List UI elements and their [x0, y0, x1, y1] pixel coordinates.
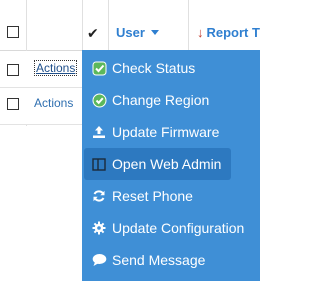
user-column-label: User: [116, 25, 145, 40]
column-divider: [82, 0, 83, 50]
comment-icon: [91, 252, 107, 268]
menu-item-update-configuration[interactable]: Update Configuration: [82, 212, 244, 244]
sort-desc-icon: ↓: [197, 25, 204, 40]
column-divider: [188, 0, 189, 50]
menu-item-check-status[interactable]: Check Status: [82, 52, 195, 84]
change-region-icon: [91, 92, 107, 108]
menu-item-label: Change Region: [112, 92, 210, 108]
menu-item-label: Open Web Admin: [112, 156, 222, 172]
menu-item-change-region[interactable]: Change Region: [82, 84, 209, 116]
menu-item-update-firmware[interactable]: Update Firmware: [82, 116, 219, 148]
user-column-header[interactable]: User: [116, 25, 159, 40]
menu-item-label: Update Firmware: [112, 124, 220, 140]
table-row: Actions: [0, 88, 82, 125]
device-grid: ✔ User ↓ Report Ti Actions Actions Check …: [0, 0, 260, 281]
check-status-icon: [91, 60, 107, 76]
table-row: Actions: [0, 51, 82, 88]
menu-item-label: Update Configuration: [112, 220, 245, 236]
window-icon: [91, 156, 107, 172]
menu-item-label: Check Status: [112, 60, 196, 76]
actions-dropdown-menu: Check Status Change Region Update Firmwa…: [82, 50, 260, 281]
gear-icon: [91, 220, 107, 236]
column-divider: [108, 0, 109, 50]
menu-item-label: Reset Phone: [112, 188, 193, 204]
select-all-checkbox[interactable]: [7, 26, 19, 38]
row-checkbox[interactable]: [7, 98, 19, 110]
grid-header: ✔ User ↓ Report Ti: [0, 0, 260, 51]
menu-item-send-message[interactable]: Send Message: [82, 244, 205, 276]
actions-link[interactable]: Actions: [34, 60, 78, 76]
caret-down-icon: [150, 30, 159, 35]
upload-icon: [91, 124, 107, 140]
row-checkbox[interactable]: [7, 64, 19, 76]
menu-item-reset-phone[interactable]: Reset Phone: [82, 180, 193, 212]
report-time-column-header[interactable]: ↓ Report Ti: [197, 25, 260, 40]
menu-item-label: Send Message: [112, 252, 206, 268]
menu-item-open-web-admin[interactable]: Open Web Admin: [84, 148, 231, 180]
report-time-column-label: Report Ti: [206, 25, 261, 40]
actions-link[interactable]: Actions: [34, 96, 73, 110]
check-column-header: ✔: [87, 25, 99, 41]
refresh-icon: [91, 188, 107, 204]
